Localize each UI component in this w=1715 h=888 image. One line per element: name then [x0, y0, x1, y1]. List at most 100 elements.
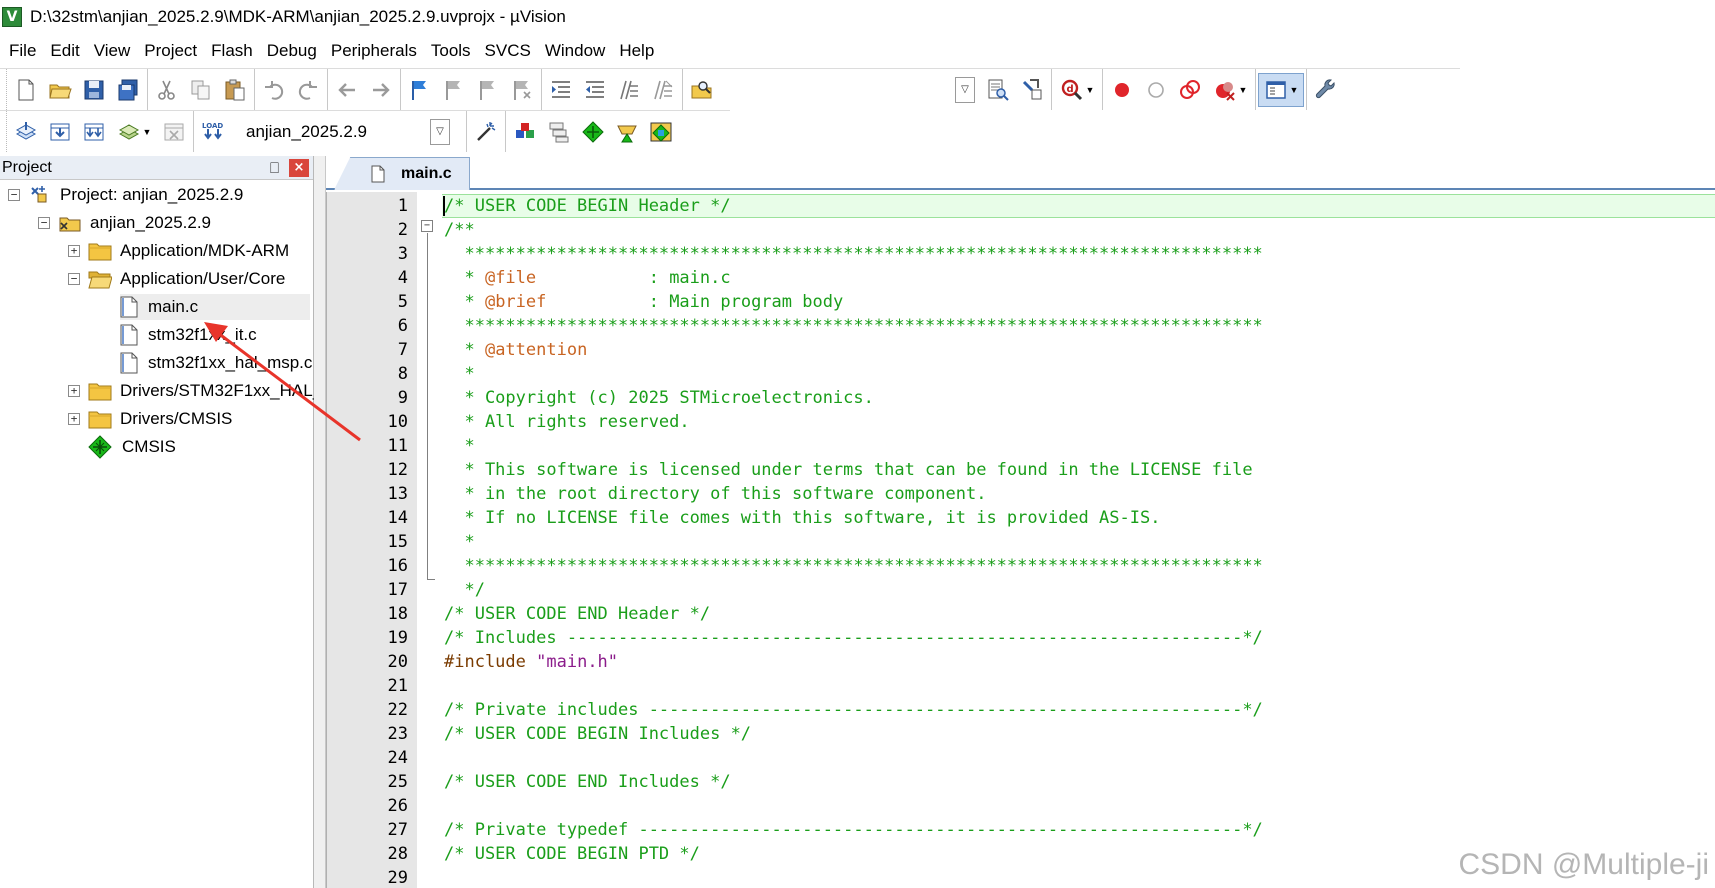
- pack-installer-button[interactable]: [610, 115, 644, 149]
- insert-bookmark-button[interactable]: [403, 73, 437, 107]
- open-file-button[interactable]: [43, 73, 77, 107]
- start-debug-session-button[interactable]: d ▼: [1054, 73, 1100, 107]
- undo-button[interactable]: [257, 73, 291, 107]
- navigate-back-button[interactable]: [330, 73, 364, 107]
- copy-button[interactable]: [184, 73, 218, 107]
- configure-button[interactable]: [1309, 73, 1343, 107]
- tree-item-target[interactable]: − anjian_2025.2.9: [38, 210, 211, 236]
- code-line[interactable]: * @attention: [444, 338, 1715, 362]
- unindent-button[interactable]: [578, 73, 612, 107]
- code-line[interactable]: /**: [444, 218, 1715, 242]
- code-line[interactable]: *: [444, 362, 1715, 386]
- code-line[interactable]: /* USER CODE END Header */: [444, 602, 1715, 626]
- code-line[interactable]: ****************************************…: [444, 554, 1715, 578]
- collapse-icon[interactable]: −: [68, 273, 80, 285]
- code-line[interactable]: * Copyright (c) 2025 STMicroelectronics.: [444, 386, 1715, 410]
- code-line[interactable]: [444, 746, 1715, 770]
- code-line[interactable]: * This software is licensed under terms …: [444, 458, 1715, 482]
- code-line[interactable]: */: [444, 578, 1715, 602]
- menu-debug[interactable]: Debug: [262, 41, 326, 61]
- code-line[interactable]: * @file : main.c: [444, 266, 1715, 290]
- code-line[interactable]: /* Private typedef ---------------------…: [444, 818, 1715, 842]
- tree-item-stm32f1xx-it-c[interactable]: stm32f1xx_it.c: [120, 322, 257, 348]
- code-line[interactable]: [444, 674, 1715, 698]
- insert-breakpoint-button[interactable]: [1105, 73, 1139, 107]
- code-line[interactable]: ****************************************…: [444, 242, 1715, 266]
- indent-button[interactable]: [544, 73, 578, 107]
- code-line[interactable]: * All rights reserved.: [444, 410, 1715, 434]
- clear-bookmarks-button[interactable]: [505, 73, 539, 107]
- collapse-icon[interactable]: −: [38, 217, 50, 229]
- tree-item-group-cmsis[interactable]: + Drivers/CMSIS: [68, 406, 232, 432]
- code-line[interactable]: /* USER CODE BEGIN Header */: [444, 194, 1715, 218]
- comment-selection-button[interactable]: [612, 73, 646, 107]
- target-selector[interactable]: anjian_2025.2.9 ▽: [240, 117, 458, 147]
- uncomment-selection-button[interactable]: [646, 73, 680, 107]
- tree-item-group-mdk-arm[interactable]: + Application/MDK-ARM: [68, 238, 289, 264]
- menu-flash[interactable]: Flash: [206, 41, 262, 61]
- incremental-find-button[interactable]: [981, 73, 1015, 107]
- code-line[interactable]: *: [444, 434, 1715, 458]
- disable-all-breakpoints-button[interactable]: [1173, 73, 1207, 107]
- menu-file[interactable]: File: [4, 41, 45, 61]
- code-line[interactable]: ****************************************…: [444, 314, 1715, 338]
- panel-splitter[interactable]: [314, 156, 326, 888]
- select-software-packs-button[interactable]: [644, 115, 678, 149]
- new-file-button[interactable]: [9, 73, 43, 107]
- code-line[interactable]: /* USER CODE BEGIN Includes */: [444, 722, 1715, 746]
- menu-view[interactable]: View: [89, 41, 140, 61]
- save-all-button[interactable]: [111, 73, 145, 107]
- menu-tools[interactable]: Tools: [426, 41, 480, 61]
- batch-build-button[interactable]: ▼: [111, 115, 157, 149]
- tree-item-cmsis-component[interactable]: CMSIS: [88, 434, 176, 460]
- translate-button[interactable]: [9, 115, 43, 149]
- find-combo-dropdown[interactable]: ▽: [955, 76, 975, 103]
- multi-project-button[interactable]: [542, 115, 576, 149]
- find-references-button[interactable]: [1015, 73, 1049, 107]
- build-button[interactable]: [43, 115, 77, 149]
- pin-icon[interactable]: ⎕: [270, 159, 279, 177]
- load-download-button[interactable]: LOAD: [196, 115, 230, 149]
- window-layout-button[interactable]: ▼: [1258, 72, 1304, 107]
- kill-all-breakpoints-button[interactable]: ▼: [1207, 73, 1253, 107]
- code-line[interactable]: /* USER CODE END Includes */: [444, 770, 1715, 794]
- save-button[interactable]: [77, 73, 111, 107]
- expand-icon[interactable]: +: [68, 385, 80, 397]
- redo-button[interactable]: [291, 73, 325, 107]
- code-line[interactable]: * in the root directory of this software…: [444, 482, 1715, 506]
- target-dropdown-button[interactable]: ▽: [430, 118, 450, 145]
- navigate-forward-button[interactable]: [364, 73, 398, 107]
- rebuild-button[interactable]: [77, 115, 111, 149]
- menu-edit[interactable]: Edit: [45, 41, 88, 61]
- menu-svcs[interactable]: SVCS: [480, 41, 540, 61]
- tree-item-group-user-core[interactable]: − Application/User/Core: [68, 266, 285, 292]
- uvision-app-icon[interactable]: V: [2, 7, 22, 27]
- code-line[interactable]: * @brief : Main program body: [444, 290, 1715, 314]
- enable-breakpoint-button[interactable]: [1139, 73, 1173, 107]
- paste-button[interactable]: [218, 73, 252, 107]
- manage-rte-button[interactable]: [576, 115, 610, 149]
- manage-project-items-button[interactable]: [508, 115, 542, 149]
- target-options-button[interactable]: [469, 115, 503, 149]
- cut-button[interactable]: [150, 73, 184, 107]
- menu-window[interactable]: Window: [540, 41, 614, 61]
- next-bookmark-button[interactable]: [471, 73, 505, 107]
- stop-build-button[interactable]: [157, 115, 191, 149]
- tree-item-stm32f1xx-hal-msp-c[interactable]: stm32f1xx_hal_msp.c: [120, 350, 312, 376]
- code-text[interactable]: /* USER CODE BEGIN Header *//** ********…: [444, 194, 1715, 888]
- code-line[interactable]: /* Includes ----------------------------…: [444, 626, 1715, 650]
- menu-project[interactable]: Project: [139, 41, 206, 61]
- menu-help[interactable]: Help: [614, 41, 663, 61]
- code-line[interactable]: * If no LICENSE file comes with this sof…: [444, 506, 1715, 530]
- code-line[interactable]: *: [444, 530, 1715, 554]
- expand-icon[interactable]: +: [68, 245, 80, 257]
- code-editor[interactable]: 1 2 3 4 5 6 7 8 9 10 11 12 13 14 15 16 17 18 19 20 21 22 23 24 2…: [326, 192, 1715, 888]
- menu-peripherals[interactable]: Peripherals: [326, 41, 426, 61]
- code-line[interactable]: /* Private includes --------------------…: [444, 698, 1715, 722]
- close-icon[interactable]: ×: [289, 158, 309, 177]
- code-line[interactable]: [444, 794, 1715, 818]
- find-in-files-button[interactable]: [685, 73, 719, 107]
- tree-item-project[interactable]: − Project: anjian_2025.2.9: [8, 182, 243, 208]
- tab-main-c[interactable]: main.c: [334, 157, 470, 190]
- expand-icon[interactable]: +: [68, 413, 80, 425]
